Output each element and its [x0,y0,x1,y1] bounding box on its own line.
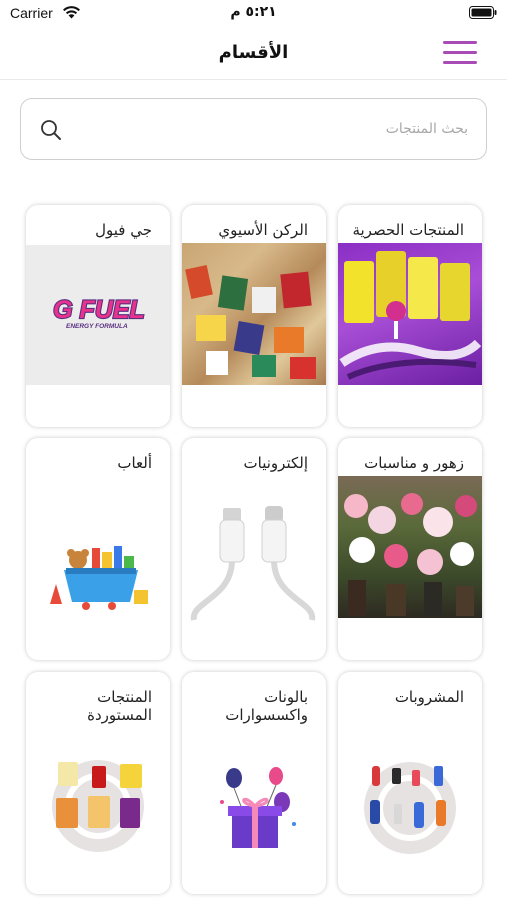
gfuel-logo-icon: G FUEL [52,296,146,322]
svg-text:G FUEL: G FUEL [53,296,145,322]
category-label: زهور و مناسبات [364,454,464,472]
category-label: المشروبات [394,688,464,706]
category-label: المنتجات المستوردة [87,688,152,724]
category-label: الركن الأسيوي [218,221,308,239]
menu-button[interactable] [441,37,481,69]
clock: ٥:٢١ م [230,4,277,20]
page-title: الأقسام [218,42,289,63]
category-card-asian-corner[interactable]: الركن الأسيوي [182,205,326,427]
category-card-balloons[interactable]: بالونات واكسسوارات [182,672,326,894]
exclusive-products-image [338,243,482,385]
toy-box-icon [50,546,148,610]
battery-icon [469,6,497,19]
search-input[interactable] [81,113,468,145]
category-label: بالونات واكسسوارات [225,688,308,724]
gfuel-logo-image: G FUEL ENERGY FORMULA [26,245,170,385]
imported-snacks-icon [52,760,144,852]
category-label: ألعاب [117,454,152,472]
gfuel-logo-subtext: ENERGY FORMULA [66,323,128,330]
category-card-flowers[interactable]: زهور و مناسبات [338,438,482,660]
balloons-gift-icon [220,767,296,848]
category-card-exclusive-products[interactable]: المنتجات الحصرية [338,205,482,427]
category-card-drinks[interactable]: المشروبات [338,672,482,894]
category-label: إلكترونيات [243,454,308,472]
navigation-bar: الأقسام [0,30,507,80]
category-label: المنتجات الحصرية [352,221,464,239]
category-card-gfuel[interactable]: جي فيول G FUEL ENERGY FORMULA [26,205,170,427]
category-card-toys[interactable]: ألعاب [26,438,170,660]
drinks-icon [364,762,456,854]
flowers-image [338,476,482,618]
search-icon[interactable] [40,119,62,141]
category-card-electronics[interactable]: إلكترونيات [182,438,326,660]
category-card-imported-products[interactable]: المنتجات المستوردة [26,672,170,894]
search-box[interactable] [20,98,487,160]
asian-snacks-image [182,243,326,385]
usb-c-cable-icon [190,506,316,621]
category-label: جي فيول [95,221,152,239]
status-bar: Carrier ٥:٢١ م [0,0,507,30]
